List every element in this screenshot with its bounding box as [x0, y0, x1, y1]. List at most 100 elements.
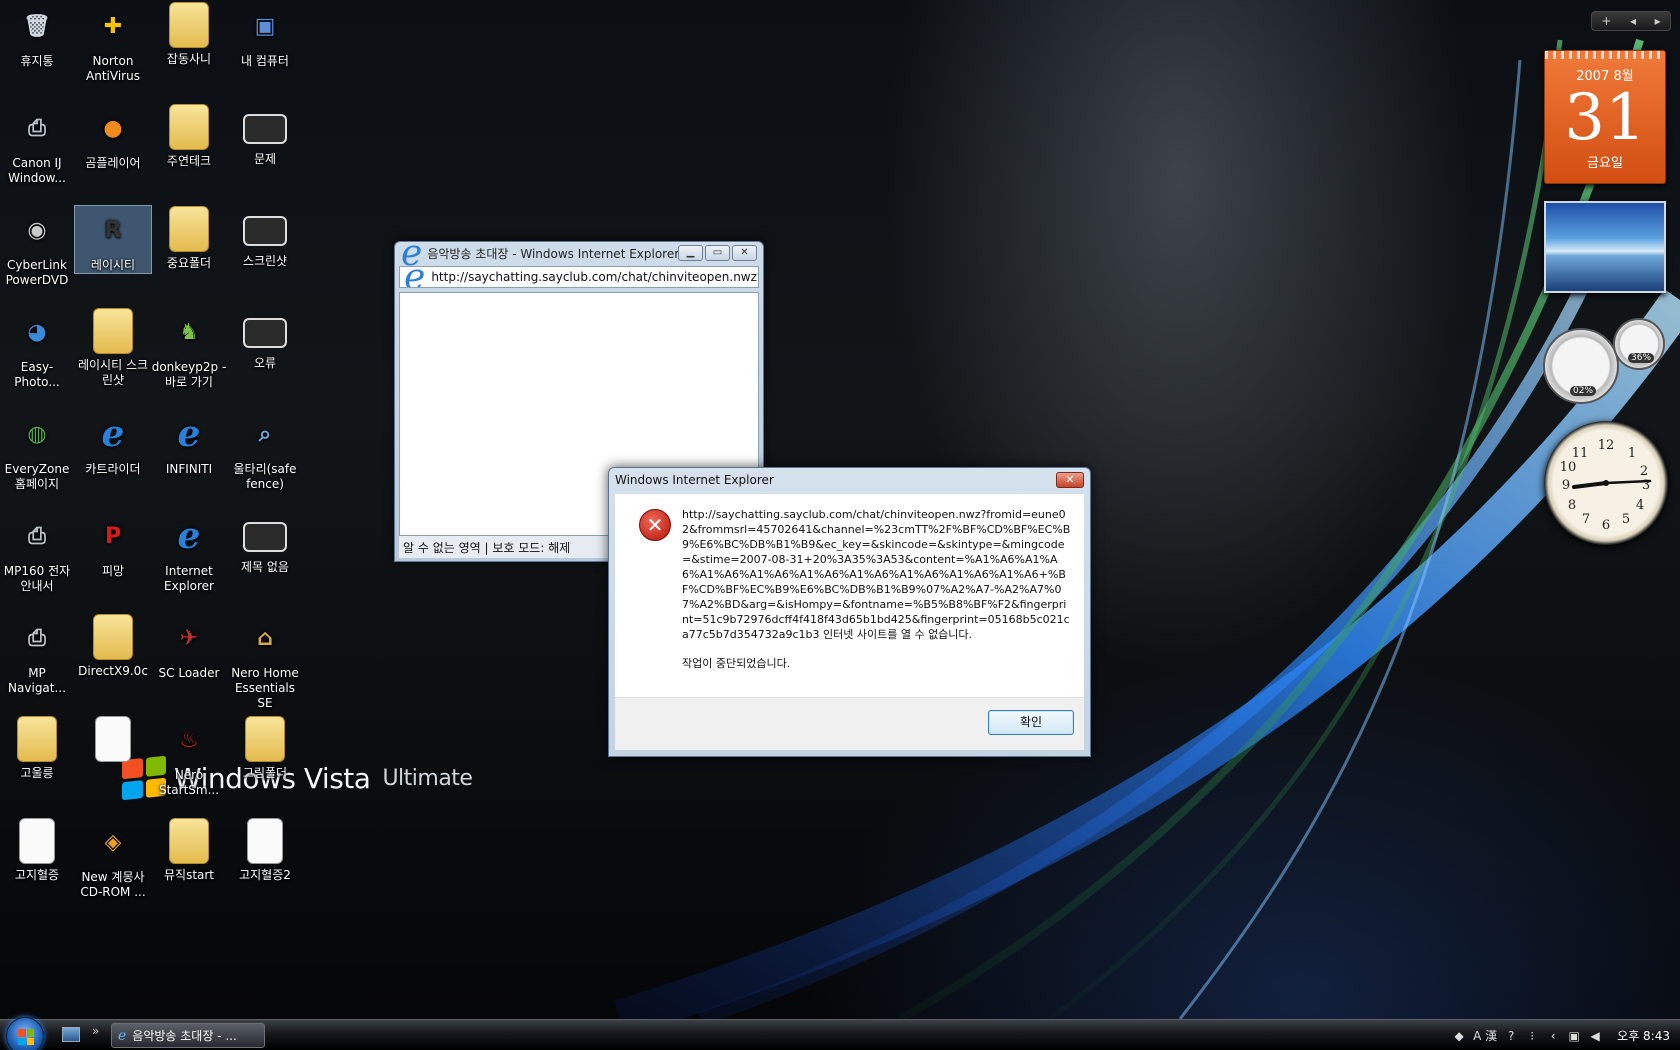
desktop-icon[interactable]: ♨ Nero StartSm...	[151, 716, 227, 798]
ime-indicator[interactable]: A 漢	[1473, 1027, 1497, 1044]
memory-value: 36%	[1628, 353, 1655, 363]
network-icon[interactable]: ▣	[1567, 1029, 1581, 1043]
desktop-icon-label: Nero Home Essentials SE	[231, 666, 299, 710]
dialog-body: ✕ http://saychatting.sayclub.com/chat/ch…	[615, 494, 1084, 697]
desktop-icon[interactable]: 뮤직start	[151, 818, 227, 883]
desktop-icon-label: 레이시티 스크린샷	[77, 358, 149, 387]
pmang-icon: P	[104, 523, 122, 549]
desktop-icon[interactable]: DirectX9.0c	[75, 614, 151, 679]
folder-icon	[169, 818, 209, 864]
close-button[interactable]: ✕	[732, 245, 757, 261]
desktop-icon-label: MP160 전자 안내서	[3, 564, 71, 593]
svg-text:12: 12	[1598, 438, 1615, 453]
desktop-icon[interactable]: ◕ Easy-Photo...	[0, 308, 75, 390]
minimize-button[interactable]: ▁	[678, 245, 703, 261]
desktop-icon[interactable]: P 피망	[75, 512, 151, 579]
folder-icon	[93, 308, 133, 354]
desktop-icon[interactable]: 중요폴더	[151, 206, 227, 271]
desktop-icon[interactable]: 🗑 휴지통	[0, 2, 75, 69]
desktop-icon-label: 중요폴더	[166, 256, 212, 270]
desktop-icon-label: Easy-Photo...	[14, 360, 60, 389]
address-bar[interactable]: e http://saychatting.sayclub.com/chat/ch…	[399, 266, 759, 288]
desktop-icon[interactable]: ✚ Norton AntiVirus	[75, 2, 151, 84]
desktop-icon-label: MP Navigat...	[8, 666, 66, 695]
calendar-gadget[interactable]: 2007 8월 31 금요일	[1544, 50, 1666, 184]
slideshow-gadget[interactable]	[1544, 201, 1666, 293]
calendar-day: 31	[1564, 81, 1646, 155]
desktop-icon-label: 곰플레이어	[85, 156, 141, 170]
desktop-icon[interactable]: 오류	[227, 308, 303, 371]
help-icon[interactable]: ?	[1504, 1029, 1518, 1043]
document-icon	[247, 818, 283, 864]
desktop-icon[interactable]: 고지혈증2	[227, 818, 303, 883]
desktop-icon[interactable]: R 레이시티	[74, 205, 152, 274]
svg-text:2: 2	[1640, 464, 1648, 479]
printer-icon: ⎙	[28, 523, 46, 549]
desktop-icon[interactable]: ♞ donkeyp2p - 바로 가기	[151, 308, 227, 390]
desktop-icon[interactable]: ◉ CyberLink PowerDVD	[0, 206, 75, 288]
clock-gadget[interactable]: 12 1 2 345 678 9 10 11	[1544, 421, 1668, 545]
cpu-meter-gadget[interactable]: 02% 36%	[1543, 318, 1665, 406]
desktop-icon[interactable]: ⎙ MP Navigat...	[0, 614, 75, 696]
desktop-icon[interactable]: 고지혈증	[0, 818, 75, 883]
desktop-icon-label: Nero StartSm...	[158, 768, 220, 797]
desktop-icon-label: 그림폴더	[242, 766, 288, 780]
desktop-icon[interactable]: ◍ EveryZone 홈페이지	[0, 410, 75, 492]
ie-titlebar[interactable]: e 음악방송 초대장 - Windows Internet Explorer ▁…	[395, 233, 763, 274]
desktop-icon[interactable]: 잡동사니	[151, 2, 227, 67]
tray-options-icon[interactable]: ⁝	[1525, 1029, 1539, 1043]
desktop-icon[interactable]: 레이시티 스크린샷	[75, 308, 151, 388]
desktop-icon[interactable]: ▣ 내 컴퓨터	[227, 2, 303, 69]
desktop-icon[interactable]: ⎙ Canon IJ Window...	[0, 104, 75, 186]
desktop-icon[interactable]: ✈ SC Loader	[151, 614, 227, 681]
desktop-icon-label: 내 컴퓨터	[241, 54, 289, 68]
svg-text:4: 4	[1636, 498, 1644, 513]
start-button[interactable]	[6, 1017, 44, 1050]
screenshot-icon	[243, 318, 287, 348]
ie-window-title: 음악방송 초대장 - Windows Internet Explorer	[427, 246, 678, 261]
desktop-icon[interactable]: ⌕ 울타리(safe fence)	[227, 410, 303, 492]
desktop-icon[interactable]: 스크린샷	[227, 206, 303, 269]
error-dialog[interactable]: Windows Internet Explorer ✕ ✕ http://say…	[608, 467, 1091, 757]
desktop-icon-label: 피망	[101, 564, 125, 578]
ok-button[interactable]: 확인	[988, 710, 1074, 735]
taskbar-clock[interactable]: 오후 8:43	[1617, 1027, 1670, 1044]
desktop-icon[interactable]: ⎙ MP160 전자 안내서	[0, 512, 75, 594]
dialog-titlebar[interactable]: Windows Internet Explorer ✕	[609, 468, 1090, 492]
dialog-close-button[interactable]: ✕	[1056, 472, 1084, 488]
globe-icon: ◍	[27, 421, 47, 447]
desktop-icon[interactable]: 고울릉	[0, 716, 75, 781]
desktop-icon[interactable]: ◈ New 계몽사 CD-ROM ...	[75, 818, 151, 900]
folder-icon	[93, 614, 133, 660]
nero-home-icon: ⌂	[257, 625, 273, 651]
show-desktop-icon[interactable]	[62, 1027, 80, 1042]
desktop-icon[interactable]: 제목 없음	[227, 512, 303, 575]
quicklaunch-more-icon[interactable]: »	[92, 1024, 99, 1038]
desktop-icon[interactable]: 주연테크	[151, 104, 227, 169]
photo-icon: ◕	[27, 319, 47, 345]
desktop-icon[interactable]: ● 곰플레이어	[75, 104, 151, 171]
desktop-icon-label: 제목 없음	[241, 560, 289, 574]
add-gadget-icon[interactable]: +	[1601, 14, 1611, 28]
desktop-icon[interactable]	[75, 716, 151, 766]
ie-window-buttons: ▁ ▭ ✕	[678, 245, 757, 261]
next-icon[interactable]: ▸	[1655, 14, 1661, 28]
desktop-icon[interactable]: ⌂ Nero Home Essentials SE	[227, 614, 303, 711]
sidebar-toolbar: + ◂ ▸	[1591, 11, 1671, 31]
desktop-icon[interactable]: e 카트라이더	[75, 410, 151, 477]
desktop-icon-label: INFINITI	[165, 462, 213, 476]
taskbar-ie-button[interactable]: e 음악방송 초대장 - ...	[111, 1023, 265, 1048]
desktop-icon[interactable]: 문제	[227, 104, 303, 167]
desktop-icon[interactable]: e INFINITI	[151, 410, 227, 477]
volume-icon[interactable]: ◀	[1588, 1029, 1602, 1043]
tray-expand-icon[interactable]: ‹	[1546, 1029, 1560, 1043]
prev-icon[interactable]: ◂	[1630, 14, 1636, 28]
lang-icon[interactable]: ◆	[1452, 1029, 1466, 1043]
desktop-icon-label: DirectX9.0c	[78, 664, 148, 678]
desktop-icon-label: Norton AntiVirus	[86, 54, 140, 83]
taskbar: » e 음악방송 초대장 - ... ◆ A 漢 ? ⁝ ‹ ▣ ◀ 오후 8:…	[0, 1017, 1680, 1050]
dialog-title: Windows Internet Explorer	[615, 473, 774, 487]
maximize-button[interactable]: ▭	[705, 245, 730, 261]
desktop-icon[interactable]: e Internet Explorer	[151, 512, 227, 594]
desktop-icon[interactable]: 그림폴더	[227, 716, 303, 781]
